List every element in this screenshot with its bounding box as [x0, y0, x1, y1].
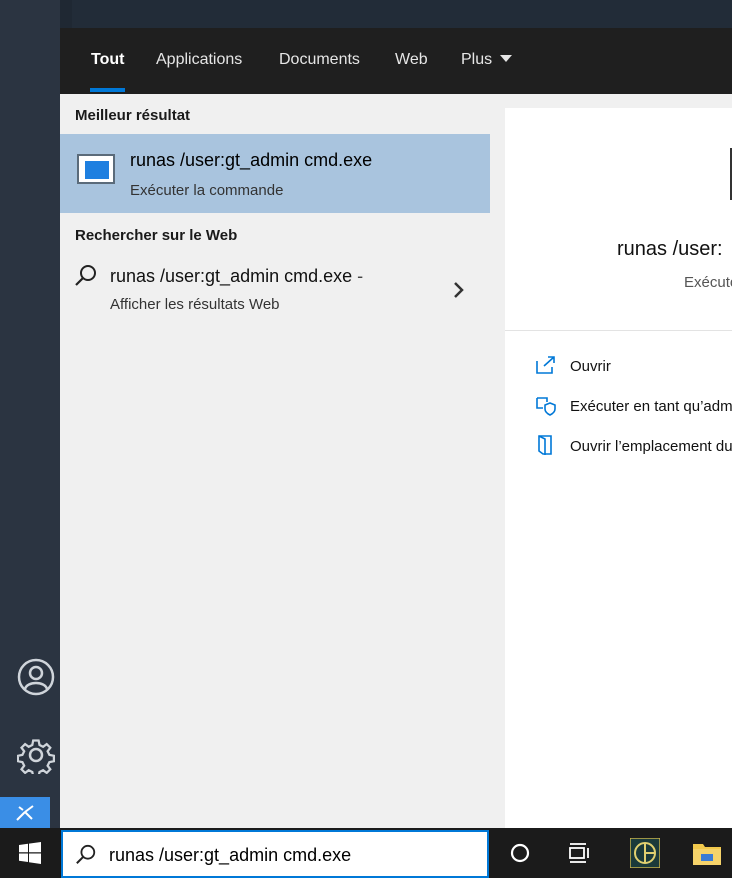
web-search-query: runas /user:gt_admin cmd.exe — [110, 266, 353, 286]
best-match-item[interactable]: runas /user:gt_admin cmd.exe Exécuter la… — [60, 134, 490, 213]
tab-web[interactable]: Web — [379, 28, 444, 94]
web-search-heading: Rechercher sur le Web — [75, 227, 238, 244]
action-open-location-label: Ouvrir l’emplacement du — [570, 438, 732, 455]
taskbar-search-box[interactable] — [61, 830, 489, 878]
best-match-heading: Meilleur résultat — [75, 107, 191, 124]
tab-all[interactable]: Tout — [75, 28, 140, 94]
preview-subtitle: Exécuto — [684, 274, 732, 291]
caret-down-icon — [500, 55, 513, 62]
tab-web-label: Web — [395, 51, 428, 68]
search-icon — [76, 844, 96, 864]
taskbar-app-pinned[interactable] — [620, 828, 670, 878]
settings-gear-icon[interactable] — [13, 732, 59, 778]
action-open-location[interactable]: Ouvrir l’emplacement du — [535, 434, 732, 462]
web-search-title: runas /user:gt_admin cmd.exe - — [110, 266, 363, 287]
tab-applications[interactable]: Applications — [140, 28, 258, 94]
app-logo-icon — [630, 838, 660, 868]
tab-more-label: Plus — [461, 51, 493, 68]
tab-all-label: Tout — [91, 51, 125, 68]
chevron-right-icon[interactable] — [452, 280, 466, 300]
tab-documents[interactable]: Documents — [263, 28, 376, 94]
windows-logo-icon — [19, 842, 41, 864]
web-search-subtitle: Afficher les résultats Web — [110, 296, 280, 313]
tab-more[interactable]: Plus — [445, 28, 528, 94]
folder-icon — [693, 844, 721, 865]
shield-icon — [536, 397, 556, 416]
user-account-icon[interactable] — [13, 654, 59, 700]
start-button[interactable] — [0, 828, 60, 878]
web-search-item[interactable]: runas /user:gt_admin cmd.exe - Afficher … — [60, 258, 490, 322]
preview-pane: runas /user: Exécuto Ouvrir Exécuter en … — [505, 108, 732, 828]
search-input[interactable] — [109, 840, 479, 870]
action-open[interactable]: Ouvrir — [535, 354, 732, 382]
best-match-title: runas /user:gt_admin cmd.exe — [130, 150, 373, 170]
preview-title: runas /user: — [617, 238, 723, 260]
action-open-label: Ouvrir — [570, 358, 611, 375]
search-icon — [75, 265, 96, 286]
folder-location-icon — [538, 435, 552, 455]
open-icon — [536, 356, 555, 374]
file-explorer-button[interactable] — [682, 828, 732, 878]
preview-divider — [505, 330, 732, 331]
remote-connection-icon[interactable] — [0, 797, 50, 828]
taskbar — [0, 828, 732, 878]
search-tab-bar: Tout Applications Documents Web Plus — [60, 28, 732, 94]
action-run-as-admin[interactable]: Exécuter en tant qu’admi — [535, 394, 732, 422]
best-match-subtitle: Exécuter la commande — [130, 182, 284, 199]
task-view-icon — [569, 843, 589, 863]
start-rail — [0, 0, 60, 828]
cortana-circle-icon — [510, 843, 530, 863]
web-search-dash: - — [357, 266, 364, 286]
cortana-button[interactable] — [495, 828, 545, 878]
action-run-as-admin-label: Exécuter en tant qu’admi — [570, 398, 732, 415]
search-panel: Tout Applications Documents Web Plus Mei… — [60, 28, 732, 828]
desktop-background — [72, 0, 732, 28]
console-window-icon — [77, 154, 115, 184]
tab-documents-label: Documents — [279, 51, 360, 68]
task-view-button[interactable] — [555, 828, 605, 878]
tab-applications-label: Applications — [156, 51, 243, 68]
results-list: Meilleur résultat runas /user:gt_admin c… — [60, 94, 490, 828]
